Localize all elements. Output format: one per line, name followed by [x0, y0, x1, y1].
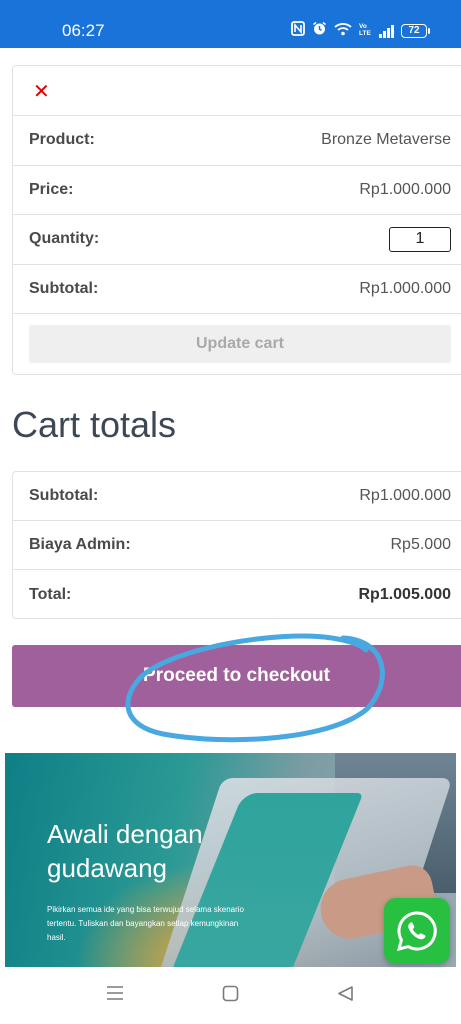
cart-row-quantity: Quantity:	[13, 215, 461, 265]
totals-row-subtotal: Subtotal: Rp1.000.000	[13, 472, 461, 521]
product-value[interactable]: Bronze Metaverse	[321, 131, 451, 149]
cart-table: ✕ Product: Bronze Metaverse Price: Rp1.0…	[12, 65, 461, 375]
system-nav-bar	[0, 968, 461, 1024]
status-time: 06:27	[62, 21, 105, 40]
home-icon[interactable]	[222, 985, 239, 1007]
update-row: Update cart	[13, 314, 461, 374]
cart-row-product: Product: Bronze Metaverse	[13, 116, 461, 166]
svg-text:Vo: Vo	[359, 23, 367, 30]
total-label: Total:	[29, 585, 72, 603]
quantity-input[interactable]	[389, 226, 451, 252]
battery-icon: 72	[401, 23, 430, 38]
totals-table: Subtotal: Rp1.000.000 Biaya Admin: Rp5.0…	[12, 471, 461, 619]
signal-icon	[379, 24, 394, 38]
status-bar: 06:27 Vo LTE 72	[0, 0, 461, 48]
menu-icon[interactable]	[106, 985, 124, 1006]
alarm-icon	[312, 21, 327, 40]
wifi-icon	[334, 22, 352, 40]
volte-icon: Vo LTE	[359, 21, 372, 40]
totals-subtotal-label: Subtotal:	[29, 487, 99, 504]
quantity-label: Quantity:	[29, 230, 100, 248]
banner-text: Pikirkan semua ide yang bisa terwujud se…	[47, 905, 244, 942]
price-label: Price:	[29, 180, 74, 198]
remove-row: ✕	[13, 66, 461, 116]
cart-totals-title: Cart totals	[12, 404, 177, 445]
close-icon[interactable]: ✕	[33, 79, 50, 104]
svg-text:LTE: LTE	[359, 30, 371, 36]
proceed-to-checkout-button[interactable]: Proceed to checkout	[12, 645, 461, 707]
subtotal-value: Rp1.000.000	[359, 279, 451, 297]
admin-fee-label: Biaya Admin:	[29, 536, 131, 553]
totals-row-admin-fee: Biaya Admin: Rp5.000	[13, 521, 461, 570]
totals-subtotal-value: Rp1.000.000	[359, 487, 451, 504]
battery-level: 72	[408, 25, 420, 36]
nfc-icon	[291, 21, 305, 40]
cart-row-price: Price: Rp1.000.000	[13, 166, 461, 215]
banner-title: Awali dengan gudawang	[47, 819, 203, 883]
back-icon[interactable]	[337, 985, 354, 1007]
status-icons: Vo LTE 72	[291, 21, 430, 40]
price-value: Rp1.000.000	[359, 180, 451, 198]
totals-row-total: Total: Rp1.005.000	[13, 570, 461, 619]
update-cart-button[interactable]: Update cart	[29, 325, 451, 363]
whatsapp-icon[interactable]	[384, 898, 450, 964]
subtotal-label: Subtotal:	[29, 279, 99, 297]
cart-row-subtotal: Subtotal: Rp1.000.000	[13, 265, 461, 314]
admin-fee-value: Rp5.000	[390, 536, 452, 553]
product-label: Product:	[29, 131, 95, 149]
total-value: Rp1.005.000	[358, 585, 451, 603]
page: 06:27 Vo LTE 72 ✕ Product: Bronze Metave…	[0, 0, 461, 1024]
